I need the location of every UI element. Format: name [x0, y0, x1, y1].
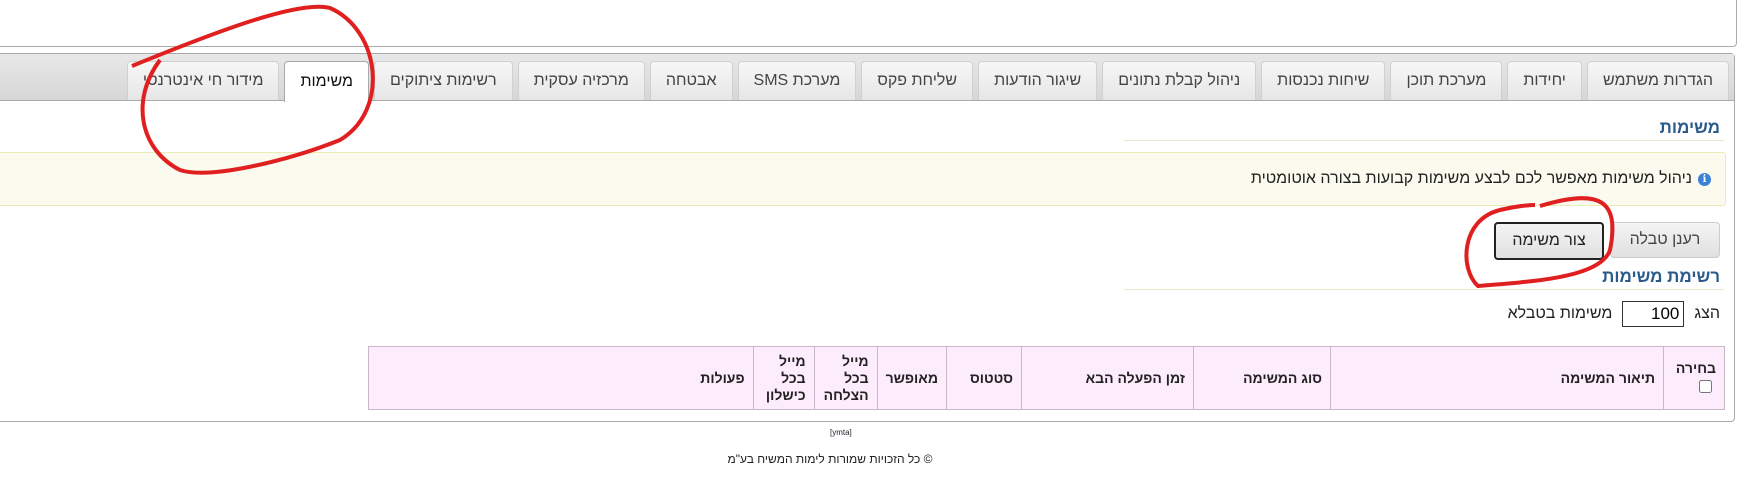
show-label: הצג [1694, 305, 1720, 322]
column-header[interactable]: סוג המשימה [1193, 346, 1331, 410]
divider [1124, 140, 1724, 141]
column-header[interactable]: זמן הפעלה הבא [1021, 346, 1194, 410]
page-size-row: הצג משימות בטבלא [1508, 301, 1720, 327]
section-title: משימות [1659, 118, 1720, 137]
tab-disconnect-lists[interactable]: רשימות ציתוקים [374, 61, 513, 100]
tab-user-settings[interactable]: הגדרות משתמש [1586, 61, 1729, 100]
tab-units[interactable]: יחידות [1507, 61, 1582, 100]
column-header[interactable]: מייל בכל כישלון [752, 346, 815, 410]
tab-sms-system[interactable]: מערכת SMS [737, 61, 857, 100]
tab-tasks[interactable]: משימות [284, 61, 370, 102]
top-frame [0, 0, 1737, 47]
column-header[interactable]: מייל בכל הצלחה [813, 346, 878, 410]
tab-live-broadcast[interactable]: מידור חי אינטרנטי [126, 61, 280, 100]
page-size-suffix: משימות בטבלא [1507, 305, 1613, 322]
divider [1124, 289, 1724, 290]
select-column-header: בחירה [1663, 346, 1725, 410]
tab-incoming-calls[interactable]: שיחות נכנסות [1261, 61, 1386, 100]
tab-bar: הגדרות משתמש יחידות מערכת תוכן שיחות נכנ… [0, 54, 1734, 102]
footer-tag: [ymta] [830, 428, 852, 437]
page-size-input[interactable] [1622, 301, 1685, 327]
table-header-row: בחירה תיאור המשימה סוג המשימה זמן הפעלה … [368, 346, 1725, 410]
info-text: ניהול משימות מאפשר לכם לבצע משימות קבועו… [1250, 170, 1692, 187]
column-header[interactable]: סטטוס [946, 346, 1022, 410]
tab-content-system[interactable]: מערכת תוכן [1390, 61, 1503, 100]
main-panel: הגדרות משתמש יחידות מערכת תוכן שיחות נכנ… [0, 53, 1735, 422]
create-task-button[interactable]: צור משימה [1494, 222, 1604, 260]
select-label: בחירה [1675, 359, 1716, 376]
column-header[interactable]: מאופשר [876, 346, 948, 410]
tab-security[interactable]: אבטחה [649, 61, 733, 100]
column-header[interactable]: תיאור המשימה [1330, 346, 1664, 410]
tab-data-receiving[interactable]: ניהול קבלת נתונים [1102, 61, 1257, 100]
tab-fax-sending[interactable]: שליחת פקס [861, 61, 974, 100]
tab-business-pbx[interactable]: מרכזיה עסקית [517, 61, 645, 100]
tasks-table: בחירה תיאור המשימה סוג המשימה זמן הפעלה … [368, 346, 1725, 410]
column-header: פעולות [368, 346, 754, 410]
copyright: © כל הזכויות שמורות לימות המשיח בע"מ [727, 452, 933, 466]
task-list-title: רשימת משימות [1602, 267, 1720, 286]
info-banner: i ניהול משימות מאפשר לכם לבצע משימות קבו… [0, 152, 1726, 206]
refresh-table-button[interactable]: רענן טבלה [1610, 222, 1720, 258]
info-icon: i [1698, 172, 1711, 186]
select-all-checkbox[interactable] [1699, 379, 1712, 393]
tab-message-sending[interactable]: שיגור הודעות [978, 61, 1098, 100]
